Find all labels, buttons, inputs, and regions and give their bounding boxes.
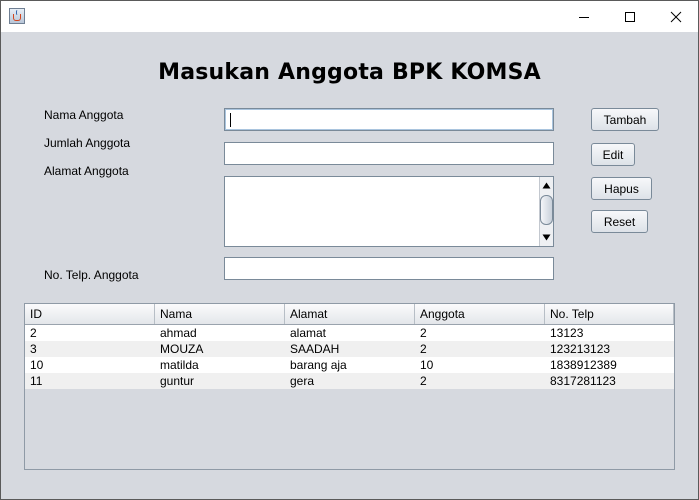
- form-panel: Masukan Anggota BPK KOMSA Nama Anggota J…: [1, 32, 698, 499]
- title-bar[interactable]: [1, 1, 698, 32]
- reset-button[interactable]: Reset: [591, 210, 648, 233]
- column-header-nama[interactable]: Nama: [155, 304, 285, 324]
- cell-id: 3: [30, 342, 37, 356]
- nama-anggota-input[interactable]: [224, 108, 554, 131]
- nama-anggota-label: Nama Anggota: [44, 108, 124, 122]
- jumlah-anggota-input[interactable]: [224, 142, 554, 165]
- hapus-button[interactable]: Hapus: [591, 177, 652, 200]
- column-header-anggota[interactable]: Anggota: [415, 304, 545, 324]
- table-row[interactable]: 10 matilda barang aja 10 1838912389: [25, 357, 674, 373]
- app-window: Masukan Anggota BPK KOMSA Nama Anggota J…: [0, 0, 699, 500]
- close-icon[interactable]: [653, 1, 699, 32]
- alamat-anggota-textarea[interactable]: [224, 176, 554, 247]
- cell-anggota: 10: [420, 358, 434, 372]
- table-row[interactable]: 11 guntur gera 2 8317281123: [25, 373, 674, 389]
- table-body: 2 ahmad alamat 2 13123 3 MOUZA SAADAH 2 …: [25, 325, 674, 389]
- cell-no-telp: 123213123: [550, 342, 611, 356]
- cell-nama: guntur: [160, 374, 195, 388]
- cell-alamat: alamat: [290, 326, 327, 340]
- cell-alamat: barang aja: [290, 358, 347, 372]
- table-row[interactable]: 3 MOUZA SAADAH 2 123213123: [25, 341, 674, 357]
- alamat-scrollbar[interactable]: [539, 177, 553, 246]
- cell-alamat: gera: [290, 374, 315, 388]
- tambah-button[interactable]: Tambah: [591, 108, 659, 131]
- cell-anggota: 2: [420, 342, 427, 356]
- no-telp-label: No. Telp. Anggota: [44, 268, 139, 282]
- java-cup-icon[interactable]: [9, 8, 25, 24]
- table-row[interactable]: 2 ahmad alamat 2 13123: [25, 325, 674, 341]
- column-header-id[interactable]: ID: [25, 304, 155, 324]
- jumlah-anggota-label: Jumlah Anggota: [44, 136, 131, 150]
- text-caret: [230, 113, 231, 127]
- cell-nama: ahmad: [160, 326, 197, 340]
- scroll-thumb[interactable]: [540, 195, 553, 225]
- cell-id: 11: [30, 374, 43, 388]
- column-header-alamat[interactable]: Alamat: [285, 304, 415, 324]
- edit-button[interactable]: Edit: [591, 143, 635, 166]
- maximize-icon[interactable]: [607, 1, 653, 32]
- column-header-no-telp[interactable]: No. Telp: [545, 304, 674, 324]
- anggota-table[interactable]: ID Nama Alamat Anggota No. Telp 2 ahmad …: [24, 303, 675, 470]
- cell-nama: matilda: [160, 358, 199, 372]
- cell-alamat: SAADAH: [290, 342, 340, 356]
- cell-no-telp: 13123: [550, 326, 584, 340]
- table-header: ID Nama Alamat Anggota No. Telp: [25, 304, 674, 325]
- cell-nama: MOUZA: [160, 342, 204, 356]
- page-title: Masukan Anggota BPK KOMSA: [158, 60, 541, 85]
- cell-anggota: 2: [420, 326, 427, 340]
- cell-no-telp: 1838912389: [550, 358, 617, 372]
- minimize-icon[interactable]: [561, 1, 607, 32]
- cell-anggota: 2: [420, 374, 427, 388]
- alamat-anggota-label: Alamat Anggota: [44, 164, 129, 178]
- scroll-down-arrow-icon[interactable]: [540, 231, 553, 244]
- no-telp-input[interactable]: [224, 257, 554, 280]
- cell-id: 10: [30, 358, 44, 372]
- scroll-up-arrow-icon[interactable]: [540, 179, 553, 192]
- cell-no-telp: 8317281123: [550, 374, 616, 388]
- cell-id: 2: [30, 326, 37, 340]
